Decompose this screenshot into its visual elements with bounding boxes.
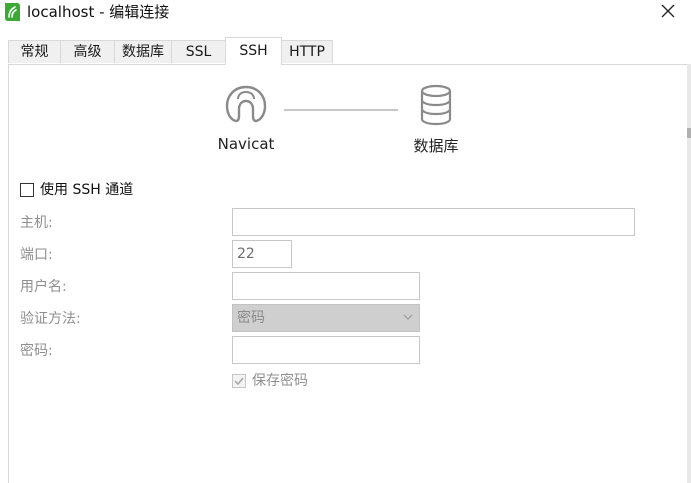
tab-http[interactable]: HTTP [281, 40, 333, 63]
save-password-checkbox[interactable] [232, 374, 246, 388]
navicat-logo-icon [225, 85, 267, 123]
use-ssh-checkbox[interactable] [20, 183, 34, 197]
tab-strip: 常规 高级 数据库 SSL SSH HTTP [0, 37, 691, 65]
chevron-down-icon [403, 314, 413, 320]
port-label: 端口: [20, 247, 53, 263]
username-label: 用户名: [20, 279, 67, 295]
checkmark-icon [234, 377, 244, 386]
navicat-app-icon [5, 3, 20, 21]
tab-general[interactable]: 常规 [8, 40, 61, 63]
tab-database[interactable]: 数据库 [114, 40, 172, 63]
port-input[interactable] [232, 240, 292, 268]
host-input[interactable] [232, 208, 635, 236]
window-title: localhost - 编辑连接 [27, 3, 170, 21]
tab-advanced[interactable]: 高级 [60, 40, 115, 63]
username-input[interactable] [232, 272, 420, 300]
tab-ssh[interactable]: SSH [225, 37, 282, 65]
window-edge-scrollbar [687, 64, 691, 483]
tab-ssl[interactable]: SSL [171, 40, 226, 63]
close-button[interactable] [655, 0, 681, 24]
scrollbar-thumb [687, 128, 691, 138]
password-label: 密码: [20, 343, 53, 359]
connection-line [284, 109, 398, 111]
auth-method-label: 验证方法: [20, 311, 81, 327]
auth-method-value: 密码 [237, 310, 265, 326]
navicat-label: Navicat [217, 135, 275, 153]
auth-method-select[interactable]: 密码 [232, 304, 420, 332]
use-ssh-label[interactable]: 使用 SSH 通道 [40, 181, 133, 199]
edit-connection-window: localhost - 编辑连接 常规 高级 数据库 SSL SSH HTTP … [0, 0, 691, 483]
database-label: 数据库 [413, 137, 459, 155]
database-icon [420, 84, 452, 126]
password-input[interactable] [232, 336, 420, 364]
title-bar: localhost - 编辑连接 [0, 0, 691, 28]
close-icon [661, 4, 675, 18]
host-label: 主机: [20, 215, 53, 231]
save-password-label[interactable]: 保存密码 [252, 372, 308, 390]
